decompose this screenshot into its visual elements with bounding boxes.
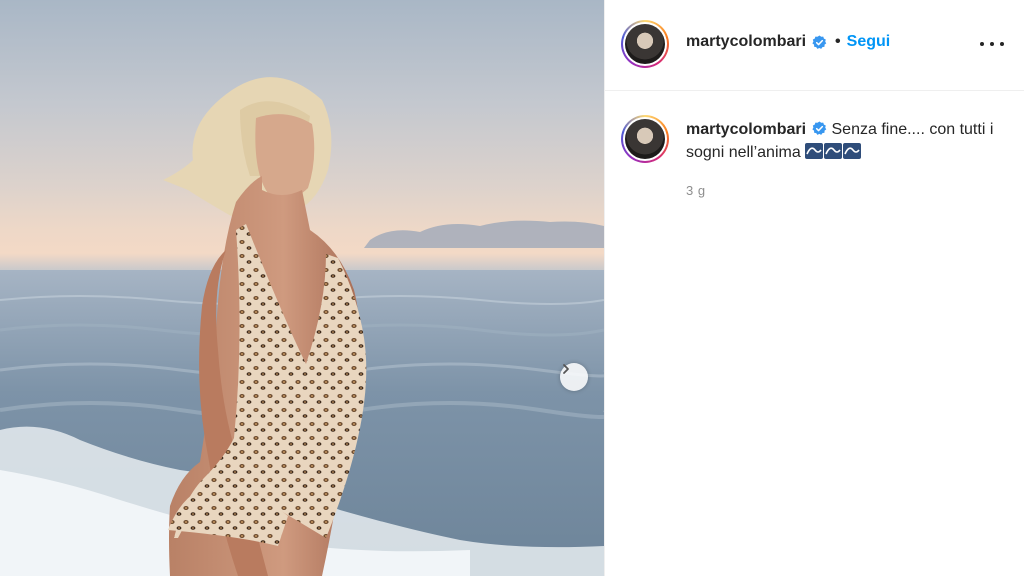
profile-photo: [625, 24, 665, 64]
post-sidebar: martycolombari • Segui: [604, 0, 1024, 576]
caption: martycolombari Senza fine.... con tutti …: [686, 118, 996, 164]
follow-button[interactable]: Segui: [847, 33, 891, 51]
beach-photo-illustration: [0, 77, 604, 576]
post-photo[interactable]: [0, 0, 604, 576]
profile-photo: [625, 119, 665, 159]
caption-username[interactable]: martycolombari: [686, 121, 806, 138]
verified-badge-icon: [812, 121, 827, 136]
post-header: martycolombari • Segui: [605, 0, 1024, 91]
username-link[interactable]: martycolombari: [686, 33, 806, 51]
post-timestamp[interactable]: 3 g: [686, 183, 706, 198]
more-options-icon[interactable]: [980, 34, 1004, 54]
caption-avatar[interactable]: [621, 115, 669, 163]
separator-dot: •: [835, 33, 841, 50]
wave-emoji-icon: [804, 143, 861, 159]
avatar[interactable]: [621, 20, 669, 68]
verified-badge-icon: [812, 34, 827, 50]
next-photo-button[interactable]: [560, 363, 588, 391]
chevron-right-icon: [563, 364, 569, 374]
header-user: martycolombari • Segui: [686, 33, 890, 51]
